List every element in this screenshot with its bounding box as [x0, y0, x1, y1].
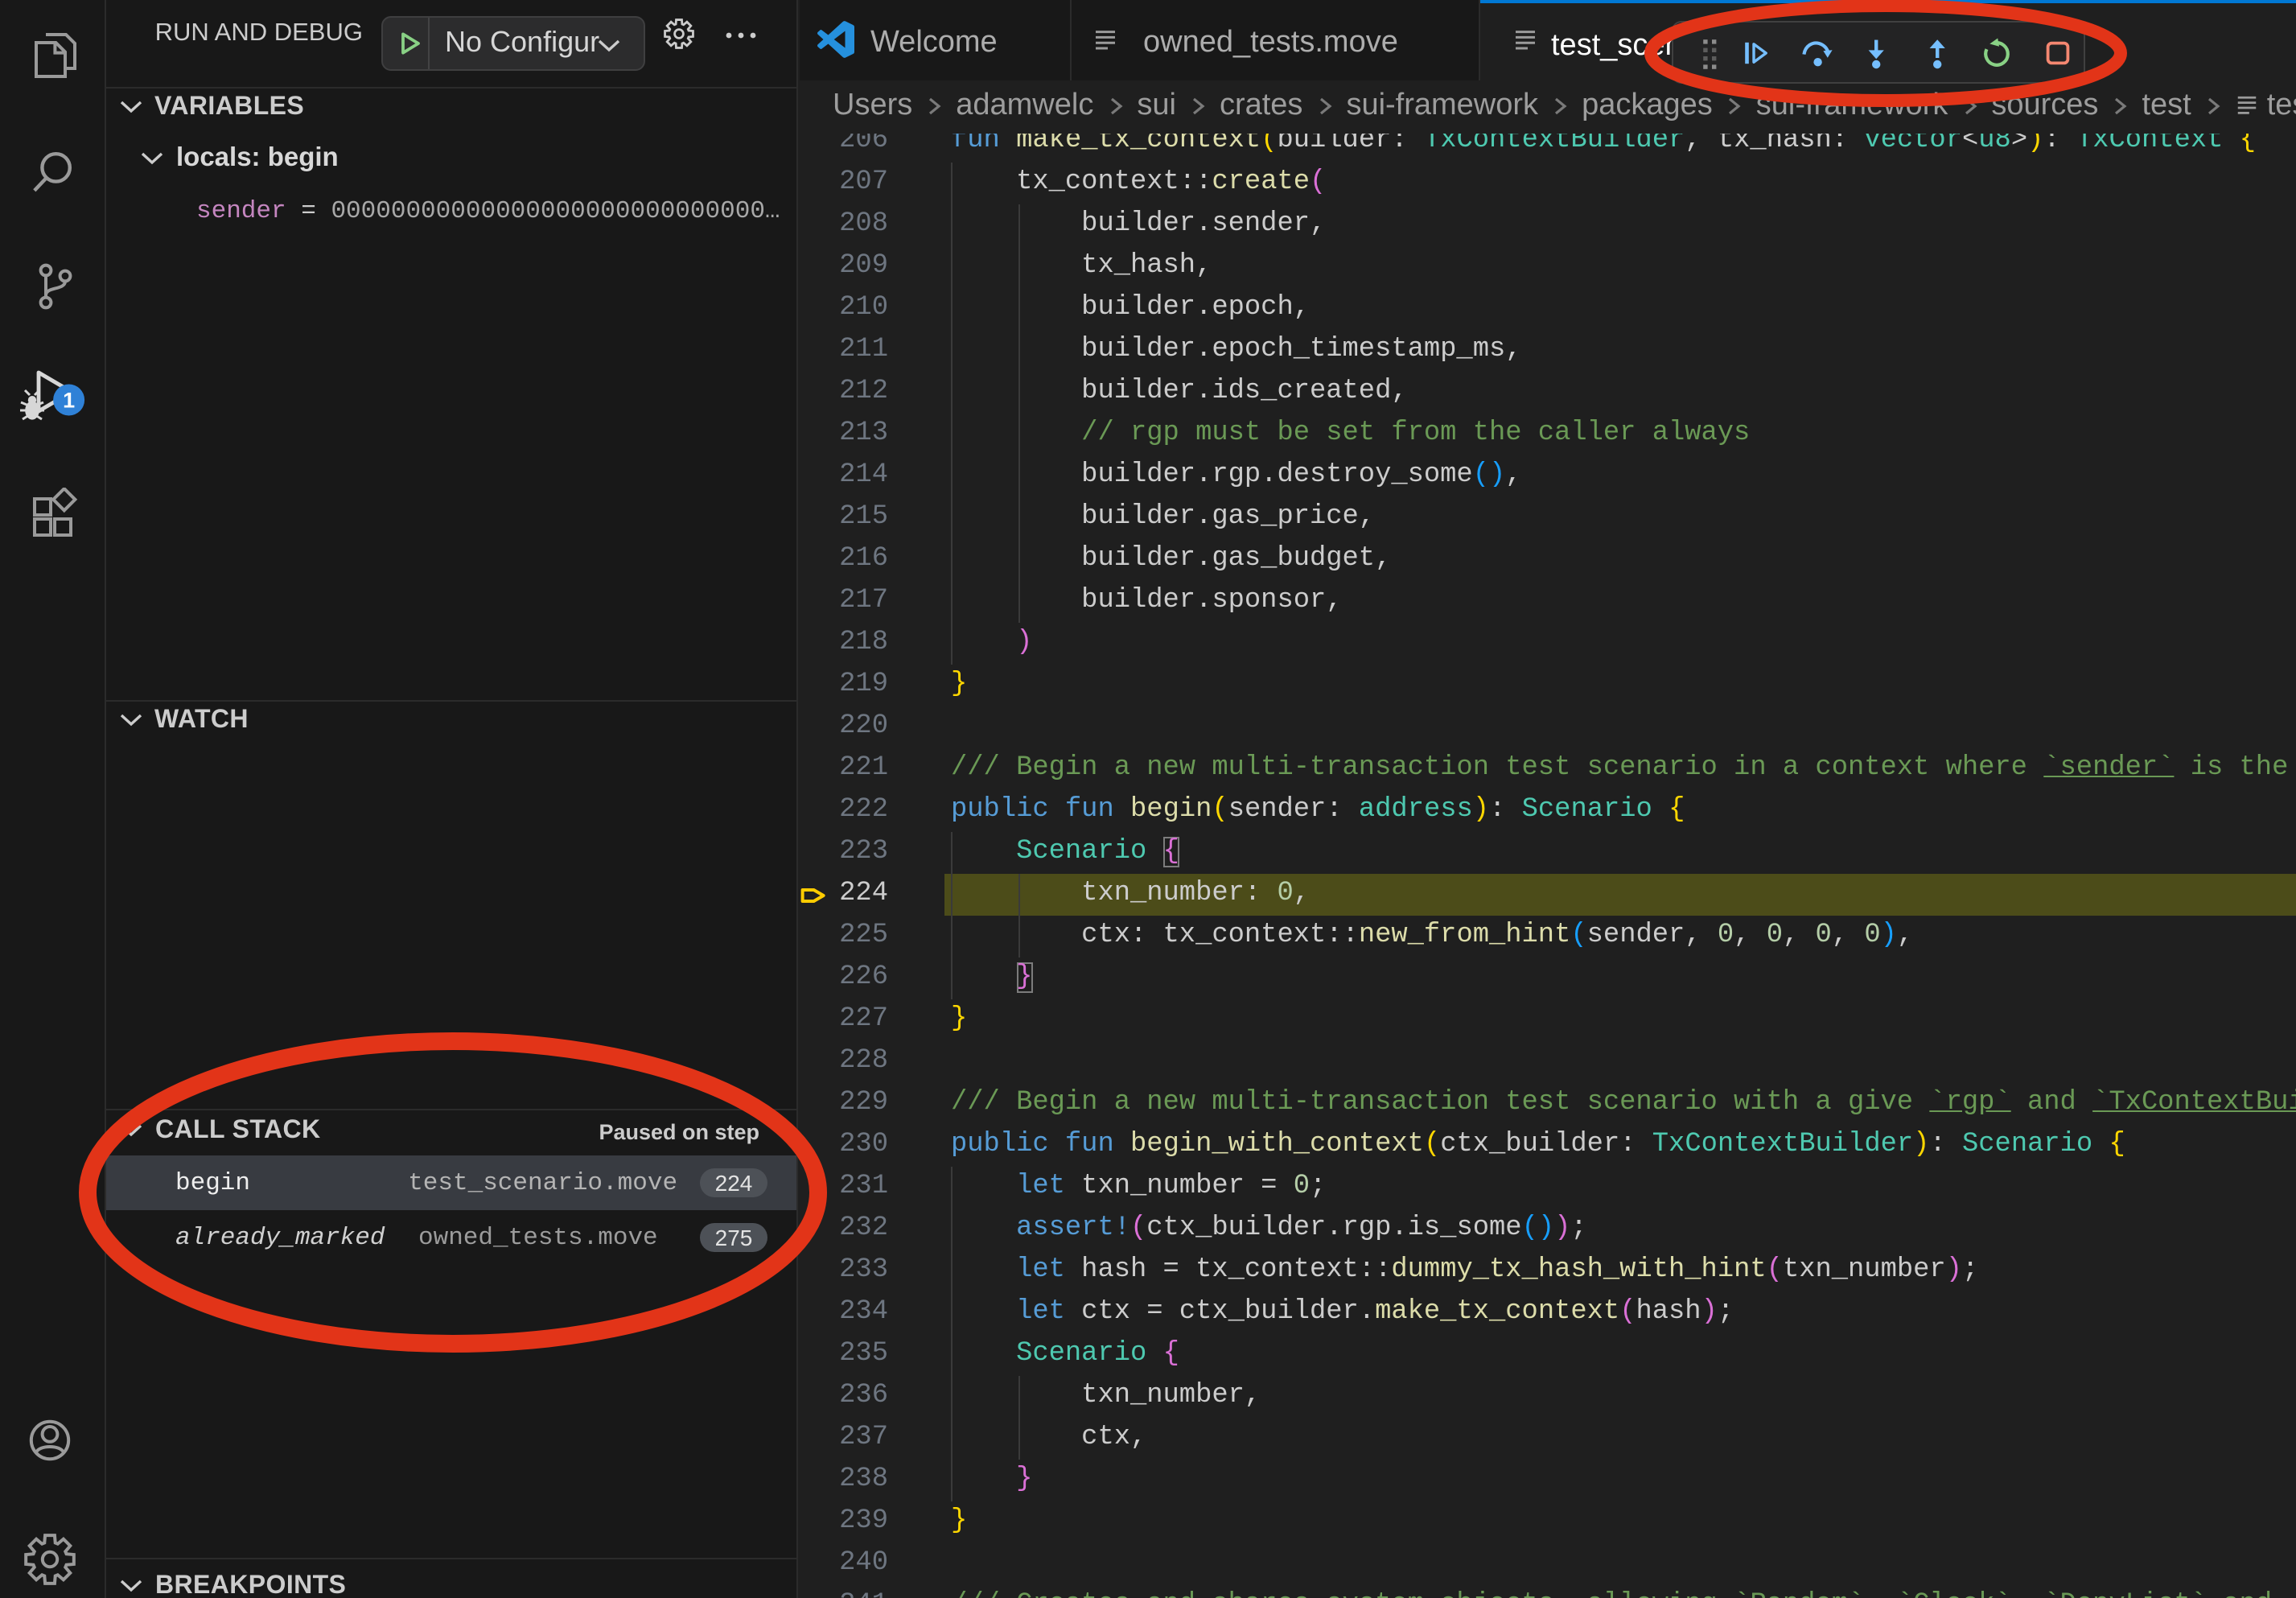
- svg-text:1: 1: [63, 388, 75, 412]
